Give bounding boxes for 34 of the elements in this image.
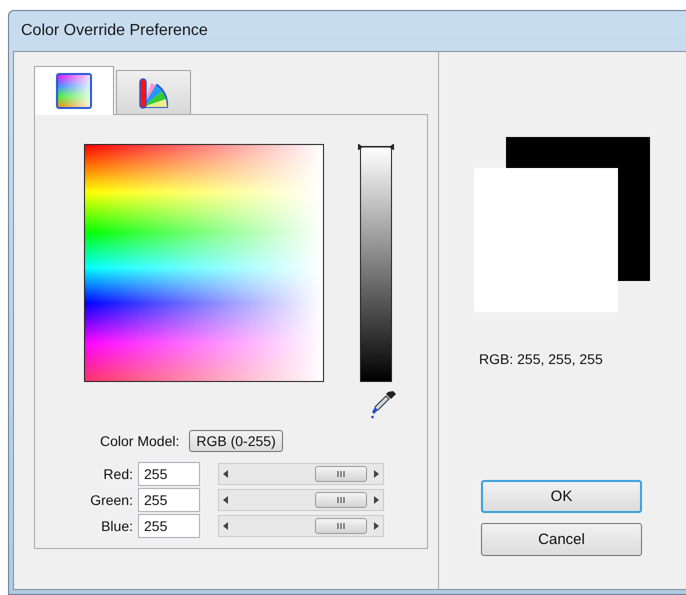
scroll-thumb[interactable] <box>315 466 367 482</box>
color-model-label: Color Model: <box>100 433 180 449</box>
channel-input[interactable]: 255 <box>138 514 200 538</box>
left-arrow-icon[interactable] <box>222 469 229 479</box>
color-spectrum-field[interactable] <box>84 144 324 382</box>
scrollbar[interactable] <box>218 489 384 511</box>
grip-icon <box>337 522 345 530</box>
scroll-thumb[interactable] <box>315 518 367 534</box>
grip-icon <box>337 496 345 504</box>
tab[interactable] <box>34 66 114 115</box>
gradient-square-icon <box>56 73 92 109</box>
left-arrow-icon[interactable] <box>222 521 229 531</box>
right-arrow-icon[interactable] <box>373 469 380 479</box>
channel-label: Red: <box>102 466 134 482</box>
tab[interactable] <box>116 70 191 114</box>
scrollbar[interactable] <box>218 463 384 485</box>
scrollbar[interactable] <box>218 515 384 537</box>
left-arrow-icon[interactable] <box>222 495 229 505</box>
right-arrow-icon[interactable] <box>373 521 380 531</box>
color-model-dropdown[interactable]: RGB (0-255) <box>189 430 283 452</box>
channel-label: Blue: <box>100 518 134 534</box>
dialog-button[interactable]: Cancel <box>481 523 642 556</box>
scroll-thumb[interactable] <box>315 492 367 508</box>
channel-label: Green: <box>89 492 134 508</box>
channel-input[interactable]: 255 <box>138 488 200 512</box>
brightness-slider[interactable] <box>360 144 392 382</box>
dialog-button[interactable]: OK <box>481 480 642 513</box>
channel-input[interactable]: 255 <box>138 462 200 486</box>
rgb-readout: RGB: 255, 255, 255 <box>479 351 604 367</box>
right-arrow-icon[interactable] <box>373 495 380 505</box>
grip-icon <box>337 470 345 478</box>
brightness-marker[interactable] <box>358 144 394 150</box>
window-title: Color Override Preference <box>21 22 208 40</box>
eyedropper-icon[interactable] <box>371 390 397 420</box>
